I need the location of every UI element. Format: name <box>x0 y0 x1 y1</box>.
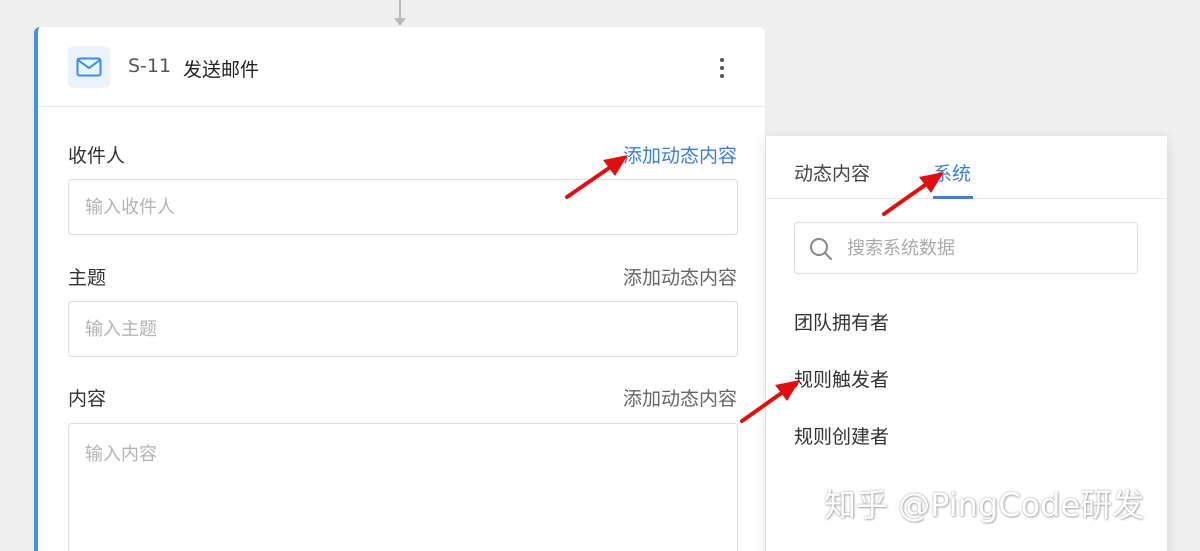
flow-connector-arrow-icon <box>394 18 406 26</box>
recipient-label: 收件人 <box>68 145 126 167</box>
active-tab-indicator <box>933 196 973 199</box>
content-label: 内容 <box>68 388 107 410</box>
step-id: S-11 <box>128 55 172 77</box>
subject-input[interactable] <box>68 301 738 357</box>
search-icon <box>810 238 832 260</box>
subject-add-dynamic-content-link[interactable]: 添加动态内容 <box>623 263 737 290</box>
list-item-team-owner[interactable]: 团队拥有者 <box>794 308 889 335</box>
mail-icon <box>68 46 110 88</box>
flow-connector-line <box>399 0 401 20</box>
subject-label: 主题 <box>68 267 107 289</box>
search-input[interactable] <box>847 223 1127 273</box>
content-textarea[interactable] <box>68 423 738 551</box>
system-data-search <box>794 222 1138 274</box>
more-vertical-icon[interactable] <box>714 55 730 81</box>
panel-tabs: 动态内容 系统 <box>766 136 1167 199</box>
tab-dynamic-content[interactable]: 动态内容 <box>794 159 870 186</box>
content-add-dynamic-content-link[interactable]: 添加动态内容 <box>623 384 737 411</box>
send-email-step-card: S-11 发送邮件 收件人 添加动态内容 主题 添加动态内容 内容 添加动态内容 <box>34 27 765 551</box>
list-item-rule-trigger[interactable]: 规则触发者 <box>794 365 889 392</box>
recipient-input[interactable] <box>68 179 738 235</box>
card-header: S-11 发送邮件 <box>38 27 765 107</box>
list-item-rule-creator[interactable]: 规则创建者 <box>794 422 889 449</box>
watermark: 知乎 @PingCode研发 <box>824 486 1145 524</box>
recipient-add-dynamic-content-link[interactable]: 添加动态内容 <box>623 141 737 168</box>
step-title: 发送邮件 <box>183 59 260 81</box>
tab-system[interactable]: 系统 <box>933 159 971 186</box>
